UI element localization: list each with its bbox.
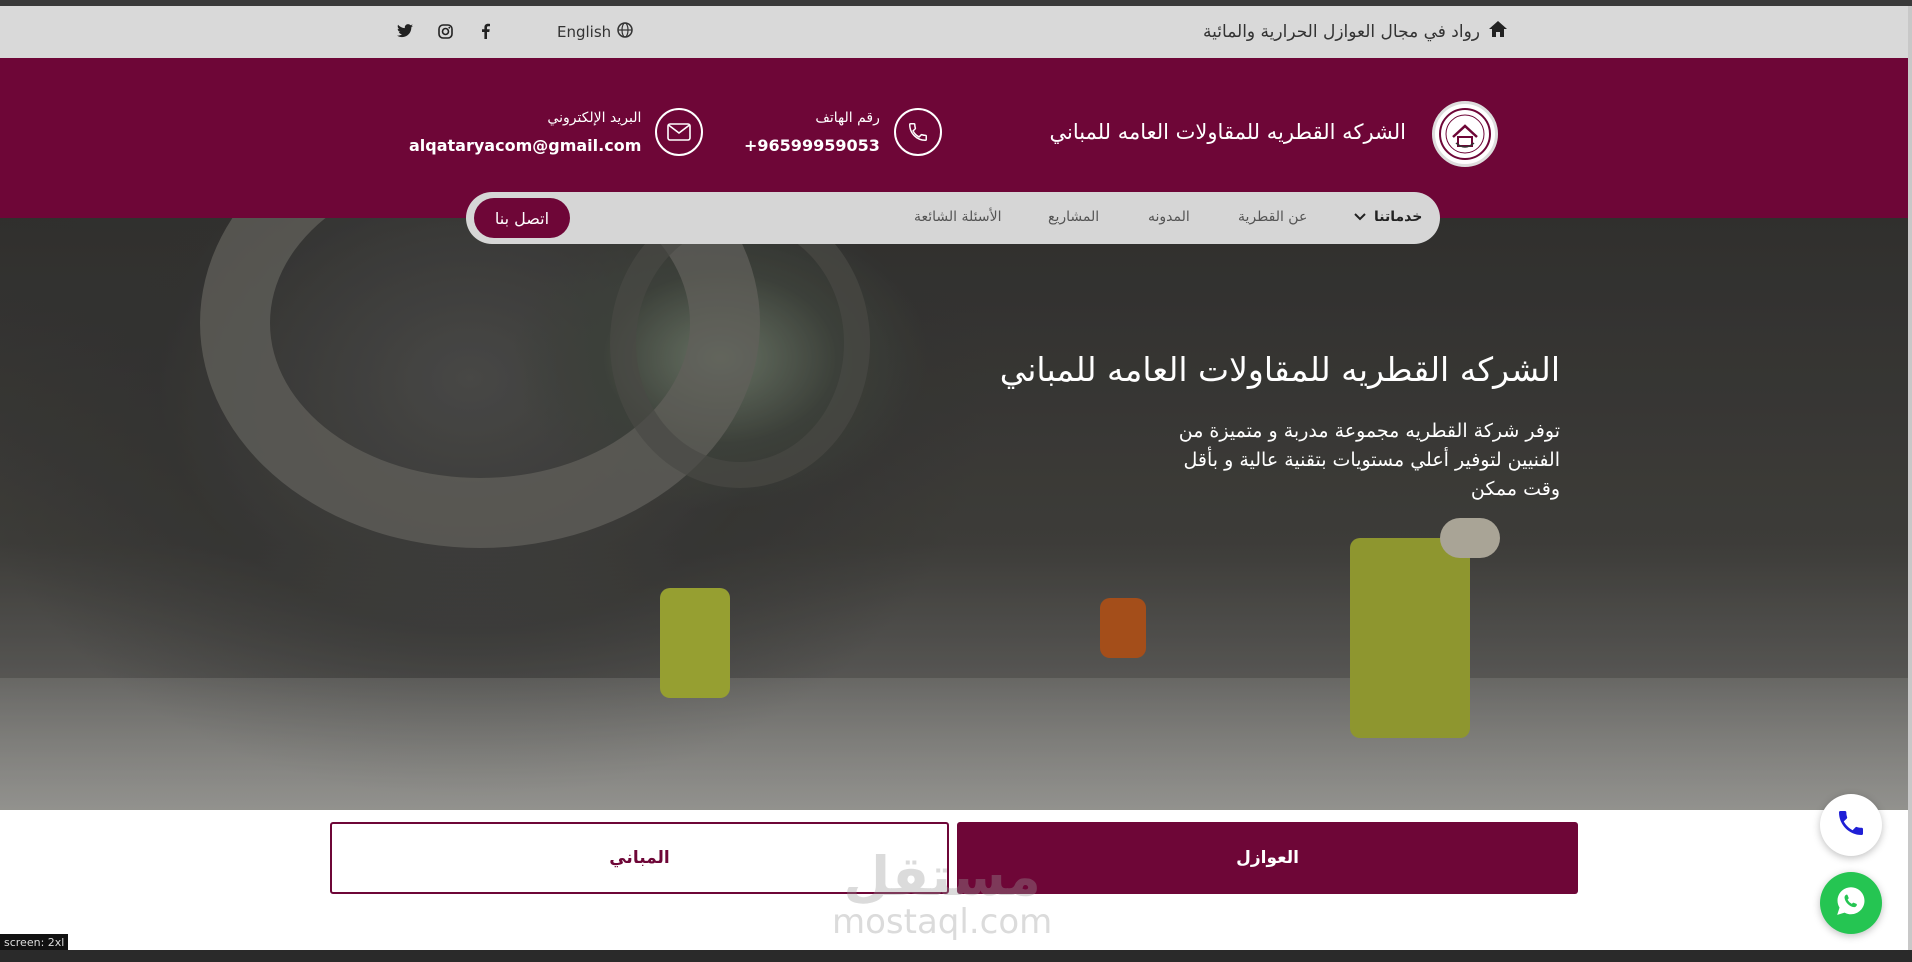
phone-number[interactable]: +96599959053 [744, 136, 880, 155]
instagram-icon[interactable] [436, 22, 454, 40]
nav-item-about[interactable]: عن القطرية [1238, 209, 1307, 225]
hero-worker [1440, 518, 1500, 558]
facebook-icon[interactable] [476, 22, 494, 40]
phone-label: رقم الهاتف [815, 109, 880, 126]
hero-worker [660, 588, 730, 698]
page: رواد في مجال العوازل الحرارية والمائية E… [0, 0, 1912, 962]
hero-floor [0, 678, 1908, 810]
whatsapp-icon [1834, 884, 1868, 922]
language-label: English [557, 23, 612, 41]
home-icon [1488, 20, 1508, 43]
company-logo[interactable] [1432, 101, 1498, 167]
nav-item-projects[interactable]: المشاريع [1048, 209, 1099, 225]
main-nav: اتصل بنا خدماتنا عن القطرية المدونه المش… [466, 192, 1440, 244]
hero-worker [1100, 598, 1146, 658]
scrollbar[interactable] [1908, 6, 1912, 950]
envelope-icon [655, 108, 704, 156]
email-address[interactable]: alqataryacom@gmail.com [409, 136, 641, 155]
hero-section: الشركه القطريه للمقاولات العامه للمباني … [0, 218, 1908, 810]
watermark-logo: مستقل [843, 845, 1041, 908]
social-links [396, 22, 494, 40]
contact-us-button[interactable]: اتصل بنا [474, 198, 570, 238]
hero-tunnel-inner [610, 218, 870, 488]
watermark: مستقل mostaql.com [832, 845, 1053, 942]
hero-worker [1350, 538, 1470, 738]
call-button[interactable] [1820, 794, 1882, 856]
taskbar [0, 950, 1912, 962]
nav-item-faq[interactable]: الأسئلة الشائعة [914, 209, 1002, 225]
phone-icon [1835, 807, 1867, 843]
nav-item-services-label: خدماتنا [1374, 209, 1423, 225]
watermark-url: mostaql.com [832, 902, 1053, 942]
hero-description: توفر شركة القطريه مجموعة مدربة و متميزة … [1178, 420, 1560, 500]
hero-content: الشركه القطريه للمقاولات العامه للمباني … [940, 350, 1560, 504]
hero-title: الشركه القطريه للمقاولات العامه للمباني [999, 350, 1560, 389]
nav-item-blog[interactable]: المدونه [1148, 209, 1190, 225]
tagline[interactable]: رواد في مجال العوازل الحرارية والمائية [1203, 20, 1508, 43]
globe-icon [617, 22, 633, 42]
phone-contact[interactable]: رقم الهاتف +96599959053 [744, 108, 942, 156]
brand-name[interactable]: الشركه القطريه للمقاولات العامه للمباني [1049, 120, 1406, 144]
nav-item-services[interactable]: خدماتنا [1354, 209, 1422, 225]
email-contact[interactable]: البريد الإلكتروني alqataryacom@gmail.com [409, 108, 704, 156]
hero-tunnel-ring [200, 218, 760, 548]
language-switcher[interactable]: English [557, 22, 633, 42]
top-bar: رواد في مجال العوازل الحرارية والمائية E… [0, 6, 1908, 58]
whatsapp-button[interactable] [1820, 872, 1882, 934]
tagline-text: رواد في مجال العوازل الحرارية والمائية [1203, 21, 1480, 42]
email-label: البريد الإلكتروني [547, 109, 642, 126]
twitter-icon[interactable] [396, 22, 414, 40]
chevron-down-icon [1354, 209, 1366, 225]
phone-icon [893, 108, 942, 156]
